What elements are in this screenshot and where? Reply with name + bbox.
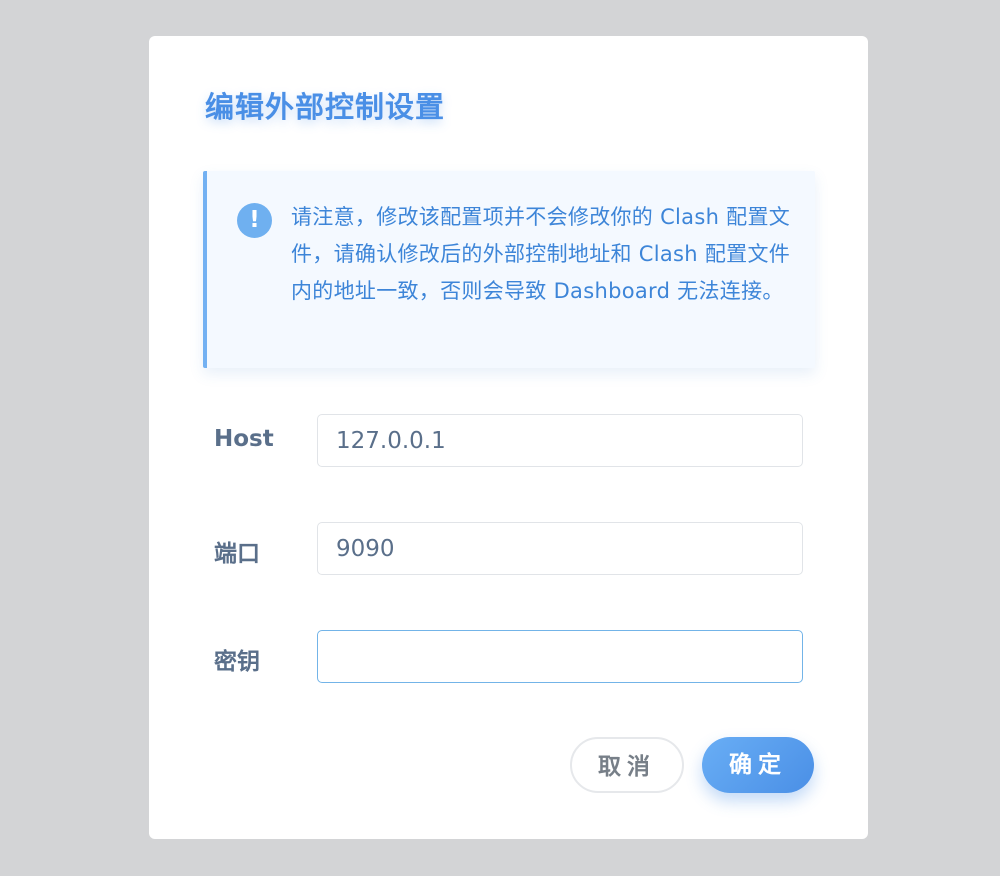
cancel-button[interactable]: 取消 (570, 737, 684, 793)
alert-message: 请注意，修改该配置项并不会修改你的 Clash 配置文件，请确认修改后的外部控制… (291, 205, 791, 303)
external-control-dialog: 编辑外部控制设置 ! 请注意，修改该配置项并不会修改你的 Clash 配置文件，… (149, 36, 868, 839)
exclamation-icon: ! (237, 203, 272, 238)
host-label: Host (214, 426, 274, 452)
secret-label: 密钥 (214, 649, 260, 675)
warning-alert: ! 请注意，修改该配置项并不会修改你的 Clash 配置文件，请确认修改后的外部… (203, 171, 815, 368)
port-input[interactable] (317, 522, 803, 575)
confirm-button[interactable]: 确定 (702, 737, 814, 793)
secret-input[interactable] (317, 630, 803, 683)
dialog-title: 编辑外部控制设置 (205, 90, 446, 124)
port-label: 端口 (214, 541, 260, 567)
host-input[interactable] (317, 414, 803, 467)
